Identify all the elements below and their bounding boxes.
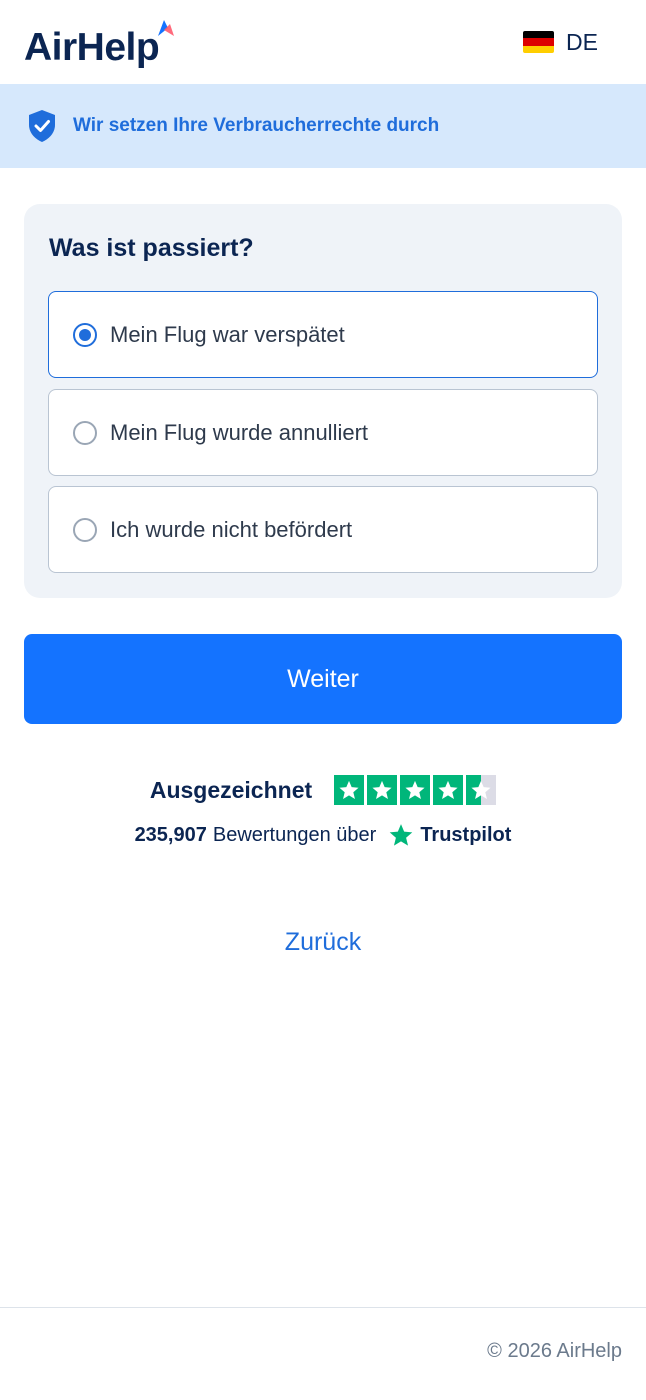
header: AirHelp DE: [0, 0, 646, 84]
radio-button[interactable]: [73, 322, 97, 347]
language-code: DE: [566, 28, 598, 55]
radio-button[interactable]: [73, 420, 97, 445]
option-label: Mein Flug wurde annulliert: [110, 419, 369, 445]
airhelp-logo[interactable]: AirHelp: [24, 20, 184, 72]
option-denied-boarding[interactable]: Ich wurde nicht befördert: [48, 486, 598, 573]
rating-text: Ausgezeichnet: [149, 776, 313, 803]
footer-copyright: © 2026 AirHelp: [487, 1340, 622, 1362]
star-icon: [400, 775, 431, 805]
continue-button[interactable]: Weiter: [24, 634, 622, 724]
option-label: Mein Flug war verspätet: [110, 321, 345, 347]
radio-button[interactable]: [73, 517, 97, 542]
star-icon: [433, 775, 464, 805]
banner-text: Wir setzen Ihre Verbraucherrechte durch: [73, 115, 440, 136]
logo-mark-icon: [158, 20, 174, 36]
trustpilot-brand: Trustpilot: [420, 823, 512, 846]
star-icon: [367, 775, 398, 805]
question-title: Was ist passiert?: [49, 234, 254, 262]
option-flight-delayed[interactable]: Mein Flug war verspätet: [48, 291, 598, 378]
star-icon: [334, 775, 365, 805]
trustpilot-logo[interactable]: Trustpilot: [388, 822, 511, 848]
page: AirHelp DE Wir setzen Ihre Verbraucherre…: [0, 0, 646, 1400]
shield-check-icon: [29, 110, 55, 142]
trustpilot-rating: Ausgezeichnet: [0, 772, 646, 808]
review-count: 235,907: [134, 823, 207, 846]
option-label: Ich wurde nicht befördert: [110, 516, 353, 542]
half-star-icon: [466, 775, 497, 805]
logo-text: AirHelp: [24, 26, 160, 69]
star-rating: [334, 775, 497, 805]
germany-flag-icon: [523, 31, 555, 53]
back-link[interactable]: Zurück: [0, 928, 646, 962]
language-selector[interactable]: DE: [523, 26, 598, 58]
trustpilot-reviews: 235,907 Bewertungen über Trustpilot: [0, 818, 646, 852]
trustpilot-star-icon: [390, 824, 413, 846]
footer-divider: [0, 1307, 646, 1308]
consumer-rights-banner: Wir setzen Ihre Verbraucherrechte durch: [0, 84, 646, 168]
what-happened-card: Was ist passiert? Mein Flug war verspäte…: [24, 204, 622, 598]
option-flight-cancelled[interactable]: Mein Flug wurde annulliert: [48, 389, 598, 476]
reviews-text: Bewertungen über: [212, 823, 377, 846]
